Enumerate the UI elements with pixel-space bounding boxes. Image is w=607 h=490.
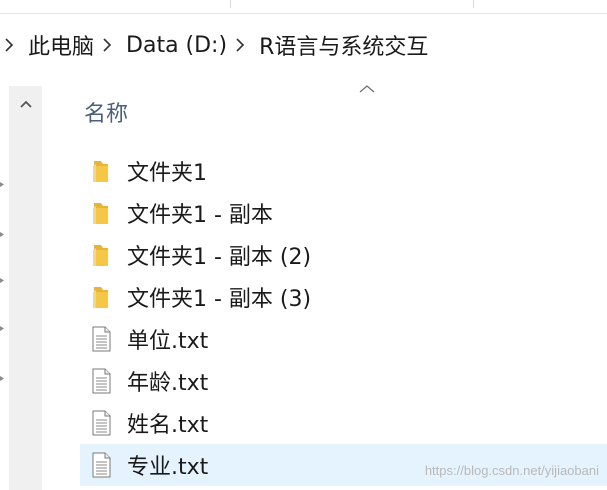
chevron-right-icon — [5, 38, 14, 52]
column-header-name[interactable]: 名称 — [84, 96, 128, 128]
folder-icon — [93, 203, 108, 224]
nav-expand-icon[interactable] — [0, 278, 4, 283]
file-name: 文件夹1 - 副本 — [127, 203, 273, 228]
file-row[interactable]: 文件夹1 - 副本 (3) — [80, 276, 607, 318]
chevron-right-icon[interactable] — [102, 38, 112, 52]
breadcrumb: 此电脑 Data (D:) R语言与系统交互 — [0, 14, 607, 76]
folder-icon — [93, 161, 108, 182]
nav-scrollbar[interactable] — [9, 86, 42, 490]
text-file-icon — [92, 368, 111, 394]
folder-icon — [93, 287, 108, 308]
breadcrumb-this-pc[interactable]: 此电脑 — [28, 29, 94, 61]
nav-expand-icon[interactable] — [0, 376, 4, 381]
top-divider — [230, 0, 231, 8]
breadcrumb-current-folder[interactable]: R语言与系统交互 — [259, 29, 428, 61]
text-file-icon — [92, 326, 111, 352]
top-divider — [473, 0, 474, 8]
chevron-right-icon[interactable] — [235, 38, 245, 52]
top-strip — [0, 0, 607, 14]
file-name: 文件夹1 - 副本 (2) — [127, 245, 312, 270]
folder-icon — [93, 245, 108, 266]
file-row[interactable]: 文件夹1 - 副本 — [80, 192, 607, 234]
file-name: 年龄.txt — [127, 371, 209, 396]
file-name: 文件夹1 - 副本 (3) — [127, 287, 312, 312]
text-file-icon — [92, 452, 111, 478]
file-name: 单位.txt — [127, 329, 209, 354]
file-row[interactable]: 姓名.txt — [80, 402, 607, 444]
nav-expand-icon[interactable] — [0, 232, 4, 237]
file-name: 姓名.txt — [127, 413, 209, 438]
file-list: 文件夹1 文件夹1 - 副本 文件夹1 - 副本 (2) 文件夹1 - 副本 (… — [80, 150, 607, 486]
chevron-up-icon — [19, 100, 32, 108]
file-row[interactable]: 文件夹1 - 副本 (2) — [80, 234, 607, 276]
text-file-icon — [92, 410, 111, 436]
watermark: https://blog.csdn.net/yijiaobani — [424, 463, 599, 478]
file-row[interactable]: 单位.txt — [80, 318, 607, 360]
file-name: 文件夹1 — [127, 161, 207, 186]
sort-ascending-icon[interactable] — [358, 84, 376, 94]
breadcrumb-drive-d[interactable]: Data (D:) — [126, 33, 227, 58]
nav-expand-icon[interactable] — [0, 326, 4, 331]
file-row[interactable]: 文件夹1 — [80, 150, 607, 192]
scroll-up-button[interactable] — [9, 86, 42, 122]
nav-expand-icon[interactable] — [0, 182, 4, 187]
file-row[interactable]: 年龄.txt — [80, 360, 607, 402]
file-name: 专业.txt — [127, 455, 209, 480]
